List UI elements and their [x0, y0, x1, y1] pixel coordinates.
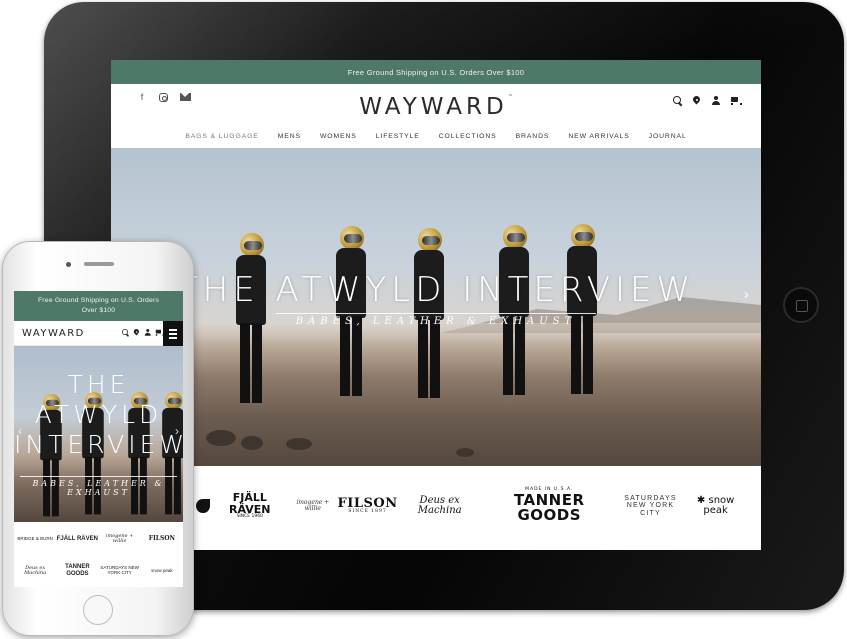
mobile-site-logo[interactable]: WAYWARD — [22, 328, 85, 339]
nav-item-bags-luggage[interactable]: BAGS & LUGGAGE — [185, 133, 258, 140]
location-pin-icon[interactable] — [692, 96, 701, 106]
phone-home-button[interactable] — [83, 595, 113, 625]
hero-rock — [241, 436, 263, 450]
brand-logo-imogene-willie[interactable]: imogene + willie — [288, 499, 337, 513]
hero-title: THE ATWYLD INTERVIEW — [176, 270, 696, 310]
hero-rock — [286, 438, 312, 450]
chevron-right-icon[interactable]: › — [744, 286, 749, 304]
site-header: f WAYWARD™ — [111, 84, 761, 124]
brand-logo-bridge-burn[interactable]: BRIDGE & BURN — [17, 536, 53, 542]
brand-logo-saturdays[interactable]: SATURDAYS NEW YORK CITY — [617, 495, 685, 517]
nav-item-new-arrivals[interactable]: NEW ARRIVALS — [568, 133, 629, 140]
search-icon[interactable] — [122, 329, 128, 335]
brand-logo-tanner-goods[interactable]: MADE IN U.S.A. TANNER GOODS — [482, 487, 617, 524]
fox-icon — [196, 499, 210, 513]
account-icon[interactable] — [711, 96, 720, 106]
cart-icon[interactable] — [730, 96, 742, 106]
brand-logo-saturdays[interactable]: SATURDAYS NEW YORK CITY — [99, 565, 141, 576]
nav-item-journal[interactable]: JOURNAL — [649, 133, 687, 140]
mobile-brand-grid: BRIDGE & BURN FJÄLL RÄVEN imogene + will… — [14, 523, 183, 587]
brand-logo-strip: FJÄLL RÄVEN SINCE 1960 imogene + willie F… — [196, 481, 747, 531]
mobile-hero-banner[interactable]: THE ATWYLD INTERVIEW BABES, LEATHER & EX… — [14, 346, 183, 522]
nav-item-lifestyle[interactable]: LIFESTYLE — [376, 133, 420, 140]
nav-item-brands[interactable]: BRANDS — [516, 133, 550, 140]
mobile-header: WAYWARD — [14, 321, 183, 346]
location-pin-icon[interactable] — [133, 329, 138, 335]
brand-logo-snow-peak[interactable]: ✱ snow peak — [684, 495, 747, 517]
mobile-promo-banner[interactable]: Free Ground Shipping on U.S. Orders Over… — [14, 291, 183, 321]
brand-logo-fjallraven[interactable]: FJÄLL RÄVEN SINCE 1960 — [196, 492, 288, 520]
mobile-utility-icons — [122, 329, 164, 337]
brand-logo-imogene-willie[interactable]: imogene + willie — [99, 533, 141, 545]
nav-item-collections[interactable]: COLLECTIONS — [439, 133, 497, 140]
search-icon[interactable] — [673, 96, 682, 106]
brand-logo-filson[interactable]: FILSON — [149, 535, 175, 543]
brand-logo-filson[interactable]: FILSON SINCE 1897 — [338, 496, 398, 515]
mobile-hero-subtitle: BABES, LEATHER & EXHAUST — [20, 476, 177, 497]
hero-banner[interactable]: THE ATWYLD INTERVIEW BABES, LEATHER & EX… — [111, 148, 761, 466]
account-icon[interactable] — [144, 329, 151, 336]
promo-banner[interactable]: Free Ground Shipping on U.S. Orders Over… — [111, 60, 761, 84]
phone-screen: Free Ground Shipping on U.S. Orders Over… — [14, 291, 183, 587]
chevron-right-icon[interactable]: › — [175, 424, 179, 438]
tablet-screen: Free Ground Shipping on U.S. Orders Over… — [111, 60, 761, 550]
brand-logo-tanner-goods[interactable]: TANNER GOODS — [56, 564, 98, 577]
hero-rock — [206, 430, 236, 446]
mobile-hero-title: THE ATWYLD INTERVIEW — [14, 370, 183, 459]
utility-icons — [673, 96, 742, 106]
cart-icon[interactable] — [155, 329, 164, 336]
hamburger-menu-icon[interactable] — [163, 321, 183, 346]
hero-subtitle: BABES, LEATHER & EXHAUST — [276, 313, 596, 327]
camera-icon — [66, 262, 71, 267]
brand-logo-fjallraven[interactable]: FJÄLL RÄVEN — [57, 536, 98, 543]
tablet-home-button[interactable] — [783, 287, 819, 323]
main-nav: BAGS & LUGGAGE MENS WOMENS LIFESTYLE COL… — [111, 124, 761, 148]
hero-rock — [456, 448, 474, 457]
brand-logo-deus[interactable]: Deus ex Machina — [398, 495, 482, 517]
chevron-left-icon[interactable]: ‹ — [18, 424, 22, 438]
brand-logo-deus[interactable]: Deus ex Machina — [14, 565, 56, 577]
device-mockup-scene: Free Ground Shipping on U.S. Orders Over… — [0, 0, 847, 639]
nav-item-womens[interactable]: WOMENS — [320, 133, 357, 140]
brand-logo-snow-peak[interactable]: snow peak — [151, 568, 173, 574]
phone-speaker — [84, 262, 114, 266]
site-logo[interactable]: WAYWARD™ — [111, 94, 761, 120]
nav-item-mens[interactable]: MENS — [278, 133, 301, 140]
